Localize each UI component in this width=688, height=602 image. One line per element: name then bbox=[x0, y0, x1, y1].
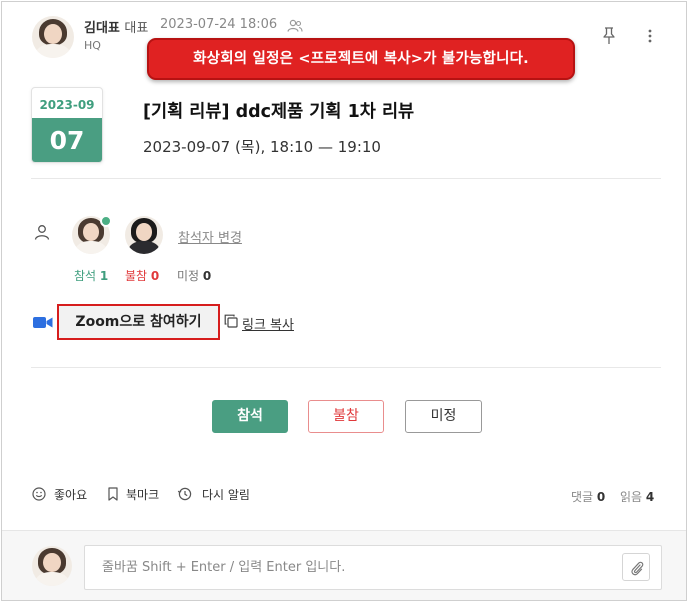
rsvp-undecided-button[interactable]: 미정 bbox=[405, 400, 482, 433]
bookmark-button[interactable]: 북마크 bbox=[126, 486, 159, 503]
event-time: 2023-09-07 (목), 18:10 — 19:10 bbox=[143, 138, 381, 156]
person-icon bbox=[34, 225, 50, 240]
author-avatar[interactable] bbox=[32, 16, 74, 58]
rsvp-absent-button[interactable]: 불참 bbox=[308, 400, 384, 433]
author-name[interactable]: 김대표 대표 bbox=[84, 17, 148, 36]
badge-month: 2023-09 bbox=[39, 98, 95, 112]
paperclip-icon bbox=[631, 561, 644, 576]
date-badge: 2023-09 07 bbox=[31, 87, 103, 163]
comment-count: 댓글 0 bbox=[571, 490, 606, 504]
people-icon[interactable] bbox=[287, 19, 303, 33]
copy-icon[interactable] bbox=[224, 314, 238, 328]
video-icon bbox=[33, 317, 53, 328]
smile-icon[interactable] bbox=[32, 487, 46, 501]
attending-status-dot bbox=[100, 215, 112, 227]
post-date: 2023-07-24 18:06 bbox=[160, 17, 278, 32]
stat-attend: 참석 1 bbox=[74, 269, 109, 283]
divider bbox=[31, 367, 661, 368]
event-title: [기획 리뷰] ddc제품 기획 1차 리뷰 bbox=[143, 102, 415, 122]
clock-icon[interactable] bbox=[177, 487, 193, 501]
remind-button[interactable]: 다시 알림 bbox=[202, 486, 250, 503]
change-attendees-link[interactable]: 참석자 변경 bbox=[178, 227, 242, 246]
copy-link-button[interactable]: 링크 복사 bbox=[242, 314, 294, 333]
stat-absent: 불참 0 bbox=[125, 269, 160, 283]
attach-button[interactable] bbox=[622, 553, 650, 581]
author-department: HQ bbox=[84, 39, 101, 52]
attendee-avatar[interactable] bbox=[125, 216, 163, 254]
join-zoom-button[interactable]: Zoom으로 참여하기 bbox=[57, 304, 220, 340]
stat-undecided: 미정 0 bbox=[177, 269, 212, 283]
bookmark-icon[interactable] bbox=[106, 487, 120, 501]
badge-day: 07 bbox=[32, 118, 102, 162]
divider bbox=[31, 178, 661, 179]
read-count[interactable]: 읽음 4 bbox=[620, 488, 654, 505]
pin-icon[interactable] bbox=[601, 26, 617, 46]
like-button[interactable]: 좋아요 bbox=[54, 486, 87, 503]
rsvp-attend-button[interactable]: 참석 bbox=[212, 400, 288, 433]
comment-input[interactable] bbox=[84, 545, 662, 590]
error-toast: 화상회의 일정은 <프로젝트에 복사>가 불가능합니다. bbox=[147, 38, 575, 80]
my-avatar bbox=[32, 546, 72, 586]
more-icon[interactable] bbox=[644, 28, 656, 44]
post-card: 김대표 대표 2023-07-24 18:06 HQ 화상회의 일정은 <프로젝… bbox=[1, 1, 687, 601]
